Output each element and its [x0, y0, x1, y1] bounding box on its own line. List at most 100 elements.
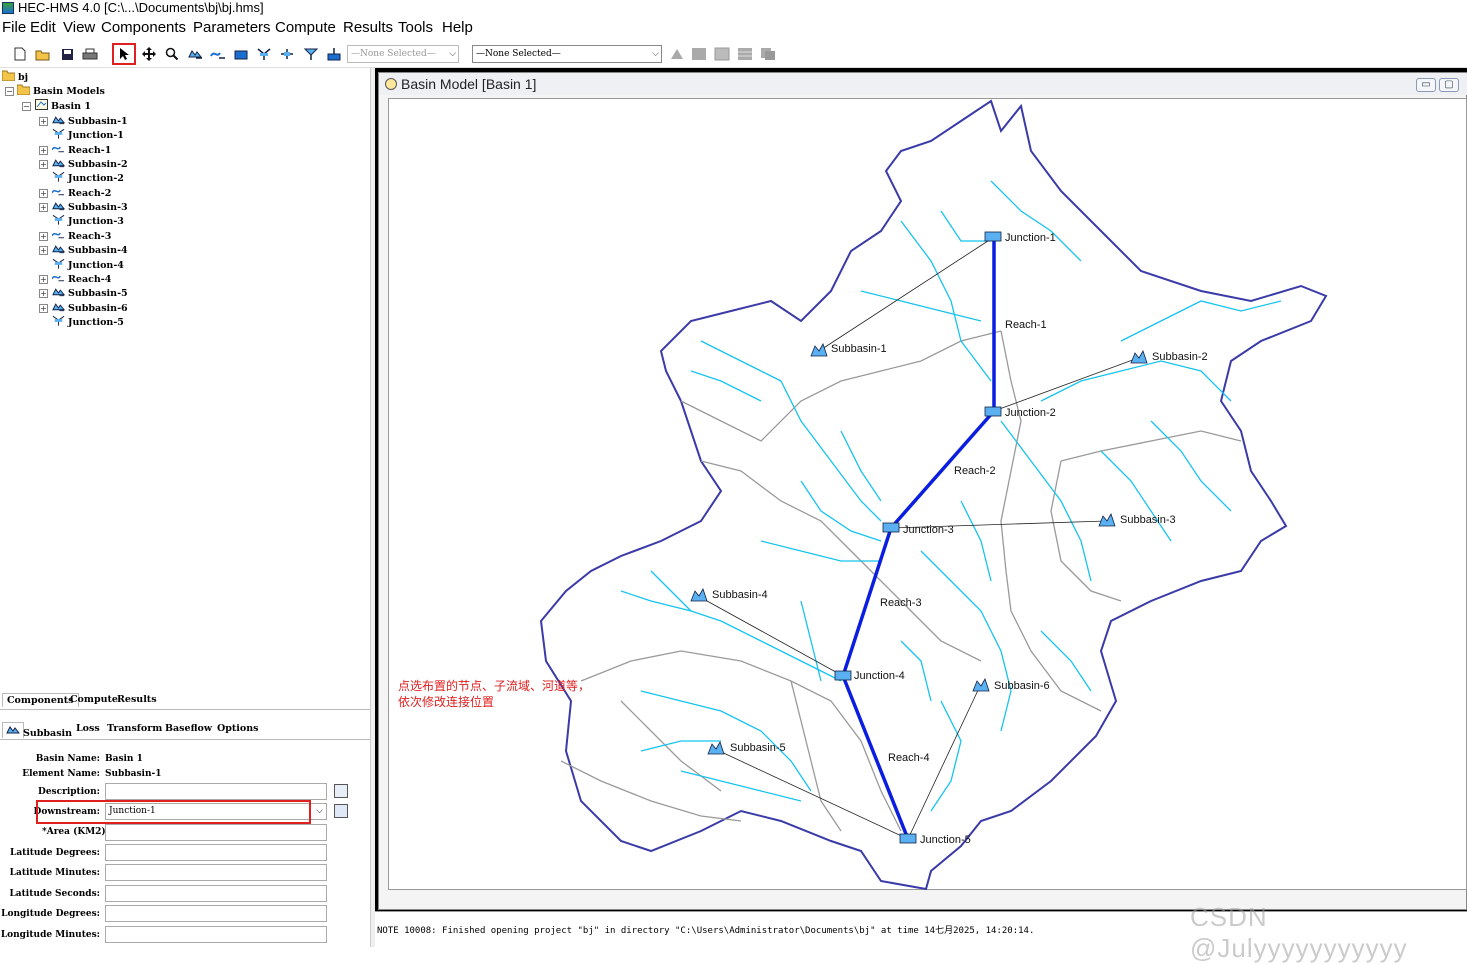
component-combo[interactable]: —None Selected— ⌵	[347, 45, 459, 63]
latitude-minutes-field[interactable]	[105, 864, 327, 881]
tab-options[interactable]: Options	[214, 722, 262, 735]
junction-4-symbol[interactable]	[834, 670, 852, 681]
menu-edit[interactable]: Edit	[30, 19, 56, 37]
subbasin-icon	[52, 302, 65, 311]
maximize-icon[interactable]: ▢	[1439, 78, 1459, 92]
minimize-icon[interactable]: ▭	[1416, 78, 1436, 92]
tree-item-reach[interactable]: Reach-2	[52, 186, 111, 200]
annotation-note: 点选布置的节点、子流域、河道等， 依次修改连接位置	[398, 678, 590, 710]
reach-1-label: Reach-1	[1005, 319, 1047, 331]
tree-item-junction[interactable]: Junction-3	[52, 214, 124, 228]
downstream-edit-icon[interactable]	[334, 804, 348, 818]
tree-item-subbasin[interactable]: Subbasin-5	[52, 286, 128, 300]
tree-item-label: Subbasin-2	[68, 159, 128, 171]
zoom-icon[interactable]	[163, 45, 181, 63]
menu-file[interactable]: File	[2, 19, 26, 37]
status-message: NOTE 10008: Finished opening project "bj…	[377, 926, 1035, 936]
tree-basin-models[interactable]: Basin Models	[17, 84, 105, 98]
collapse-basin-models[interactable]: −	[5, 87, 14, 96]
print-icon[interactable]	[81, 45, 99, 63]
tab-loss[interactable]: Loss	[73, 722, 103, 735]
summary-table-icon[interactable]	[713, 45, 731, 63]
time-series-table-icon[interactable]	[736, 45, 754, 63]
junction-icon	[52, 258, 65, 269]
tab-results[interactable]: Results	[113, 693, 161, 706]
description-field[interactable]	[105, 783, 327, 800]
tree-item-junction[interactable]: Junction-1	[52, 128, 124, 142]
diversion-tool-icon[interactable]	[278, 45, 296, 63]
expand-subbasin-12[interactable]: +	[39, 289, 48, 299]
subbasin-icon	[52, 202, 65, 211]
tree-basin[interactable]: Basin 1	[35, 99, 91, 113]
menu-results[interactable]: Results	[343, 19, 393, 37]
expand-reach-8[interactable]: +	[39, 231, 48, 241]
basin-map-canvas[interactable]: Junction-1 Junction-2 Junction-3 Junctio…	[388, 98, 1467, 891]
junction-1-symbol[interactable]	[984, 231, 1002, 242]
expand-reach-2[interactable]: +	[39, 145, 48, 155]
menu-parameters[interactable]: Parameters	[193, 19, 271, 37]
expand-subbasin-13[interactable]: +	[39, 303, 48, 313]
tree-item-reach[interactable]: Reach-4	[52, 272, 111, 286]
tree-item-subbasin[interactable]: Subbasin-4	[52, 243, 128, 257]
tree-item-junction[interactable]: Junction-5	[52, 315, 124, 329]
reach-icon	[52, 275, 65, 282]
source-tool-icon[interactable]	[302, 45, 320, 63]
menu-components[interactable]: Components	[101, 19, 186, 37]
pan-icon[interactable]	[140, 45, 158, 63]
junction-tool-icon[interactable]	[255, 45, 273, 63]
collapse-basin[interactable]: −	[22, 102, 31, 111]
tab-transform[interactable]: Transform	[104, 722, 165, 735]
tree-item-subbasin[interactable]: Subbasin-2	[52, 157, 128, 171]
tree-item-subbasin[interactable]: Subbasin-6	[52, 301, 128, 315]
run-combo[interactable]: —None Selected— ⌵	[472, 45, 662, 63]
expand-subbasin-6[interactable]: +	[39, 203, 48, 213]
tree-item-subbasin[interactable]: Subbasin-1	[52, 114, 128, 128]
chevron-down-icon: ⌵	[652, 49, 659, 59]
folder-icon	[17, 84, 30, 95]
menu-help[interactable]: Help	[442, 19, 473, 37]
global-summary-icon[interactable]	[759, 45, 777, 63]
reach-4-label: Reach-4	[888, 752, 930, 764]
menu-view[interactable]: View	[63, 19, 95, 37]
tree-item-reach[interactable]: Reach-3	[52, 229, 111, 243]
longitude-degrees-field[interactable]	[105, 905, 327, 922]
reservoir-tool-icon[interactable]	[232, 45, 250, 63]
menu-compute[interactable]: Compute	[275, 19, 336, 37]
tree-item-subbasin[interactable]: Subbasin-3	[52, 200, 128, 214]
compute-icon[interactable]	[668, 45, 686, 63]
tree-item-junction[interactable]: Junction-4	[52, 258, 124, 272]
subbasin-4-label: Subbasin-4	[712, 589, 768, 601]
description-edit-icon[interactable]	[334, 784, 348, 798]
latitude-degrees-field[interactable]	[105, 844, 327, 861]
tree-item-label: Subbasin-1	[68, 116, 128, 127]
save-icon[interactable]	[58, 45, 76, 63]
longitude-minutes-field[interactable]	[105, 926, 327, 943]
area-field[interactable]	[105, 824, 327, 841]
open-folder-icon[interactable]	[34, 45, 52, 63]
reach-tool-icon[interactable]	[209, 45, 227, 63]
subbasin-tool-icon[interactable]	[186, 45, 204, 63]
menu-tools[interactable]: Tools	[398, 19, 433, 37]
menu-bar: File Edit View Components Parameters Com…	[0, 17, 1467, 39]
expand-subbasin-0[interactable]: +	[39, 117, 48, 126]
graph-icon[interactable]	[690, 45, 708, 63]
new-file-icon[interactable]	[11, 45, 29, 63]
expand-reach-5[interactable]: +	[39, 188, 48, 198]
tree-item-junction[interactable]: Junction-2	[52, 171, 124, 185]
latitude-minutes-label: Latitude Minutes:	[9, 868, 100, 878]
junction-2-symbol[interactable]	[984, 406, 1002, 417]
tree-root[interactable]: bj	[2, 70, 28, 84]
latitude-seconds-field[interactable]	[105, 885, 327, 902]
basin-window-titlebar[interactable]: Basin Model [Basin 1] ▭ ▢	[379, 73, 1467, 95]
junction-3-symbol[interactable]	[882, 522, 900, 533]
sink-tool-icon[interactable]	[325, 45, 343, 63]
junction-5-symbol[interactable]	[899, 833, 917, 844]
tab-subbasin[interactable]: Subbasin	[2, 722, 72, 739]
expand-subbasin-9[interactable]: +	[39, 246, 48, 256]
tab-baseflow[interactable]: Baseflow	[162, 722, 215, 735]
expand-subbasin-3[interactable]: +	[39, 160, 48, 170]
arrow-select-icon[interactable]	[112, 43, 136, 65]
tree-item-reach[interactable]: Reach-1	[52, 143, 111, 157]
basin-map[interactable]: Junction-1 Junction-2 Junction-3 Junctio…	[389, 99, 1467, 891]
expand-reach-11[interactable]: +	[39, 274, 48, 284]
